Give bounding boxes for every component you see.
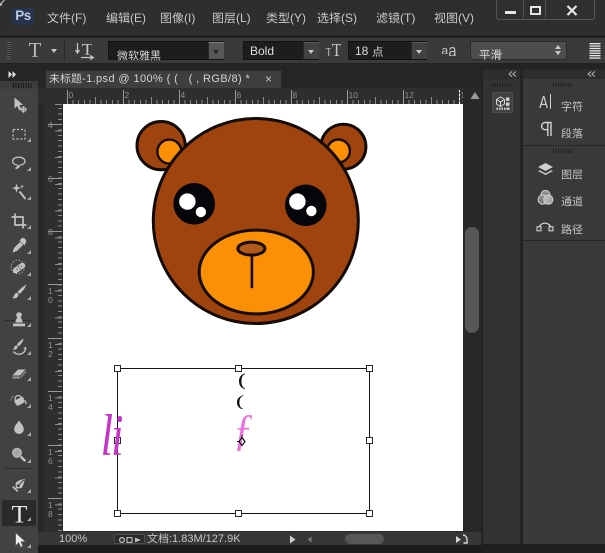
svg-text:4: 4 [181,90,186,100]
svg-text:8: 8 [293,90,298,100]
svg-text:0: 0 [48,295,53,305]
svg-text:12: 12 [405,90,415,100]
svg-text:10: 10 [349,90,359,100]
svg-text:4: 4 [48,402,53,412]
svg-text:1: 1 [461,90,464,100]
svg-text:2: 2 [48,349,53,359]
svg-text:8: 8 [48,509,53,519]
svg-text:6: 6 [48,174,53,184]
svg-text:0: 0 [69,90,74,100]
svg-text:2: 2 [125,90,130,100]
svg-text:4: 4 [48,120,53,130]
svg-text:6: 6 [48,456,53,466]
svg-text:8: 8 [48,227,53,237]
svg-text:6: 6 [237,90,242,100]
